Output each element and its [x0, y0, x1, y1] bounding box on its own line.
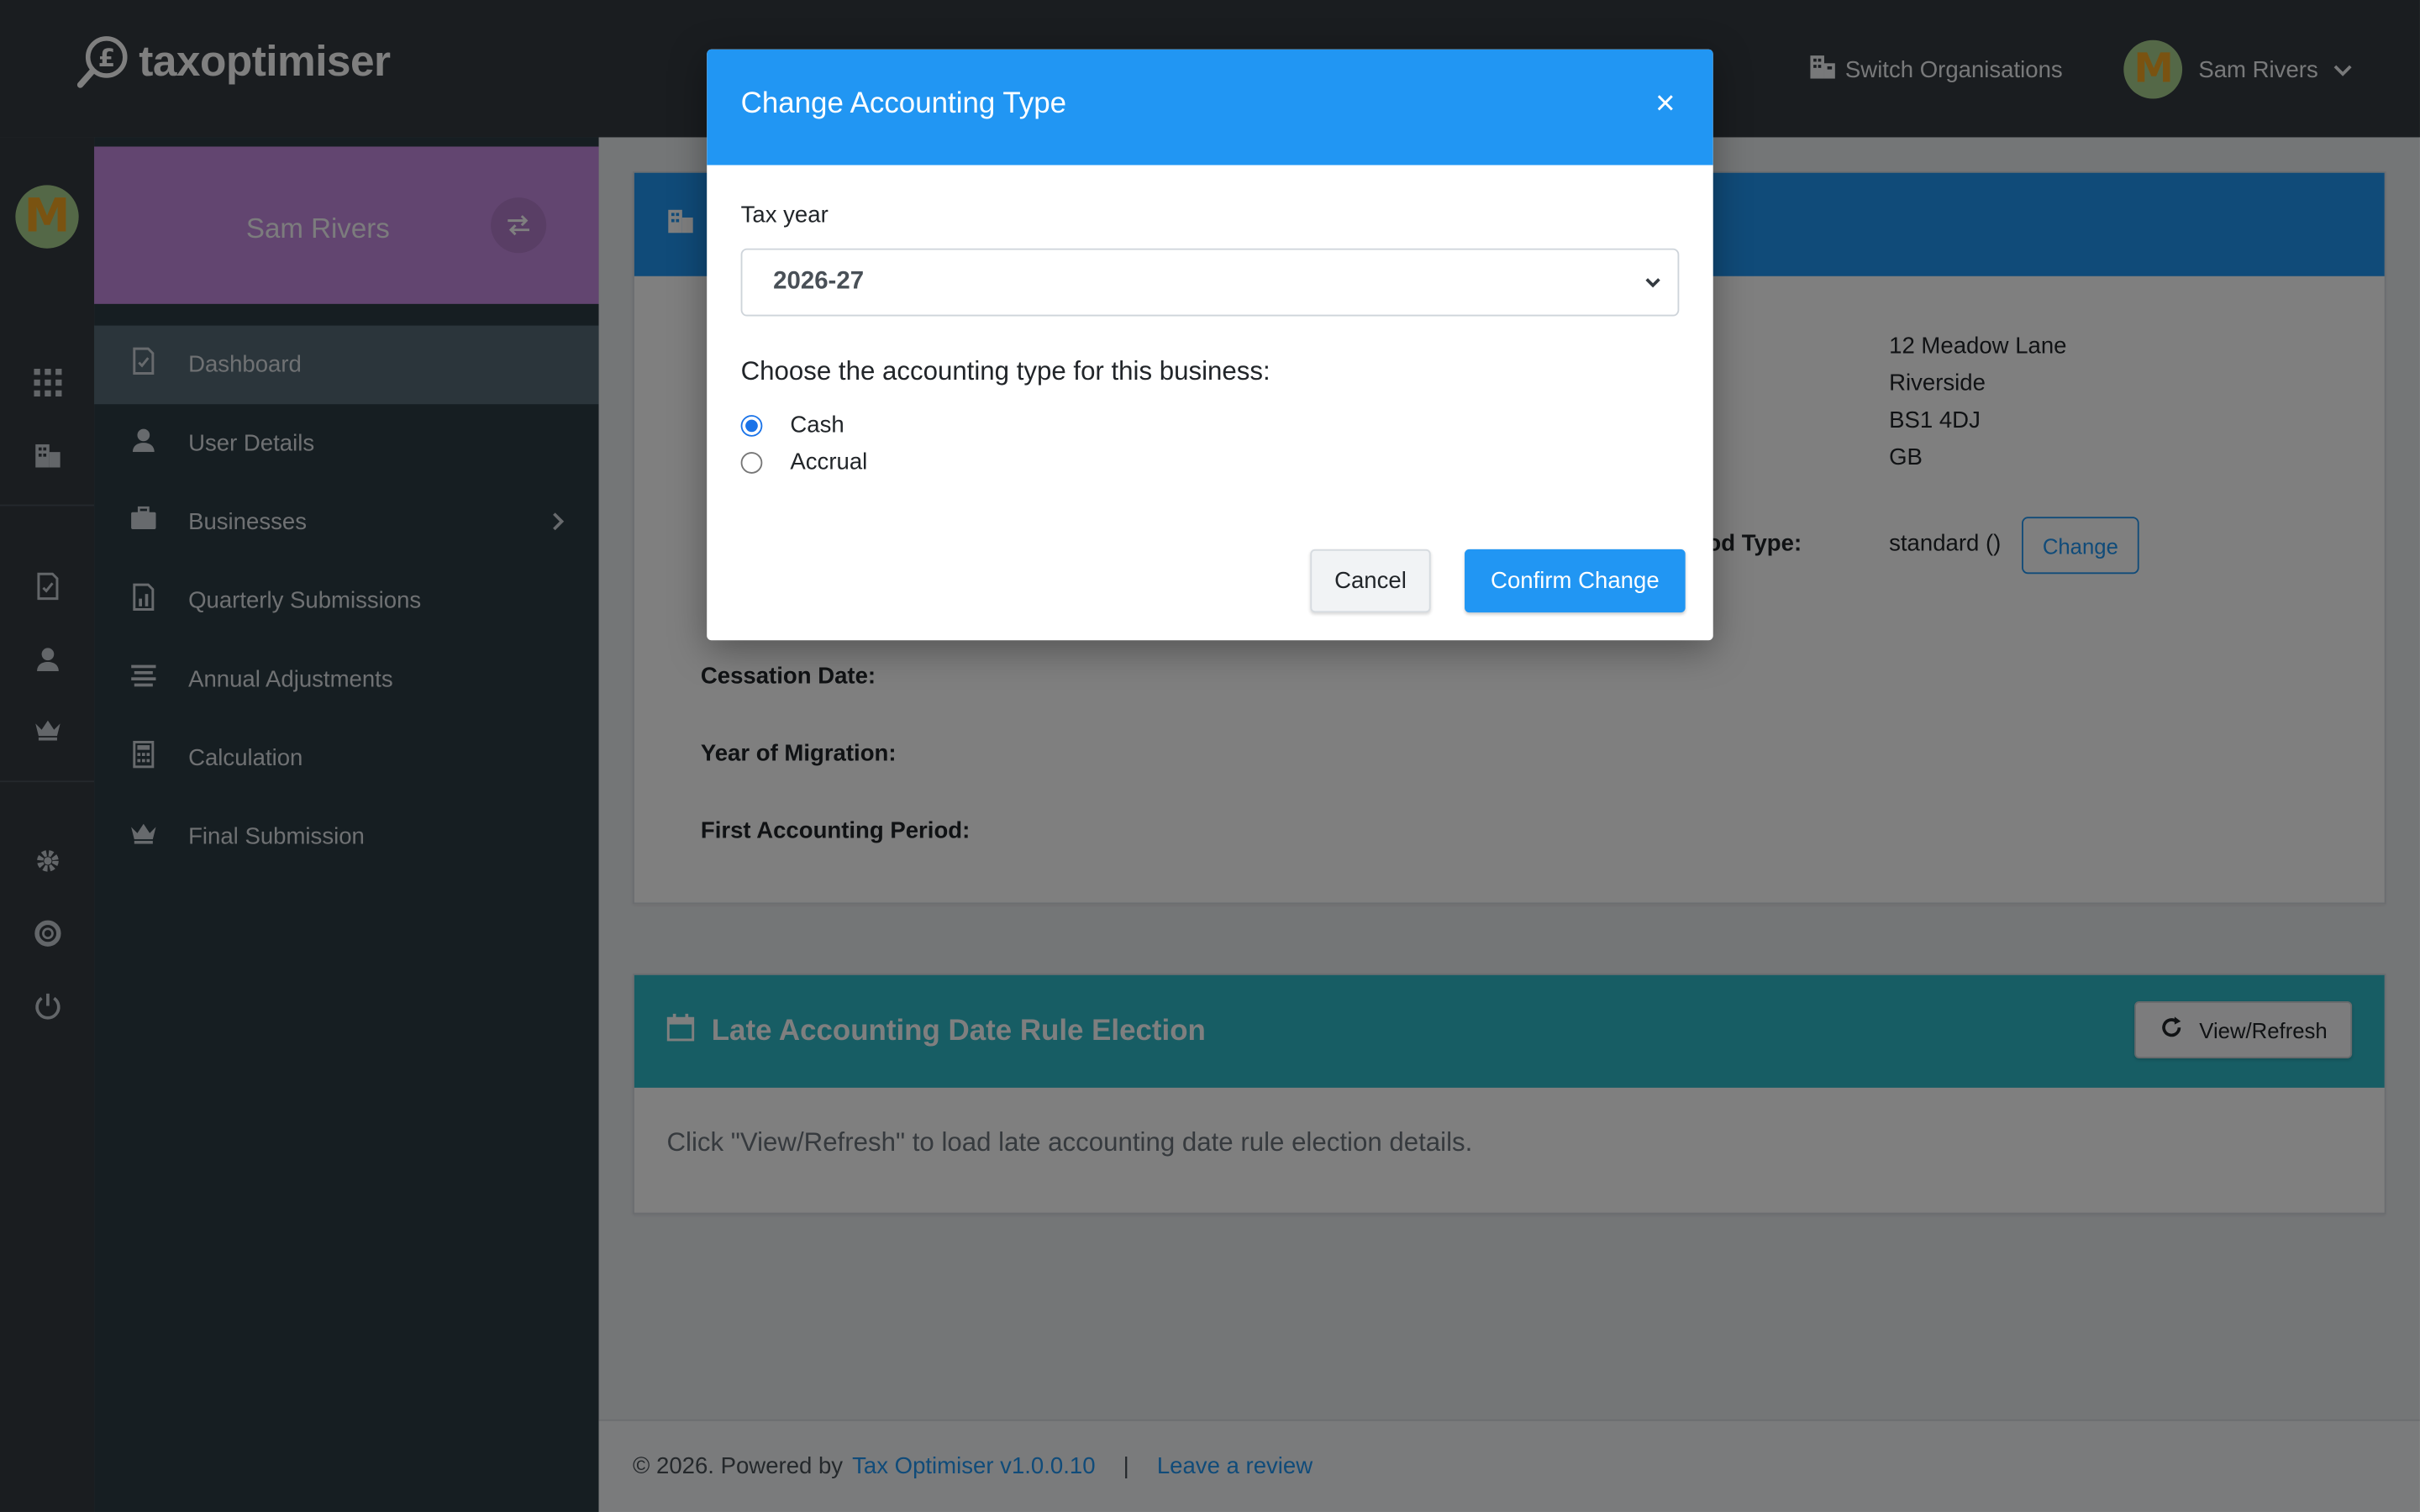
- tax-year-label: Tax year: [740, 202, 829, 228]
- tax-year-value: 2026-27: [773, 268, 865, 295]
- accounting-type-question: Choose the accounting type for this busi…: [740, 356, 1270, 386]
- app-root: £ taxoptimiser Switch Organisations M Sa…: [0, 0, 2420, 1512]
- confirm-change-button[interactable]: Confirm Change: [1465, 549, 1686, 613]
- chevron-down-icon: [1644, 271, 1662, 290]
- accrual-radio[interactable]: [740, 451, 763, 473]
- close-icon[interactable]: ×: [1649, 86, 1682, 120]
- cash-label: Cash: [790, 412, 844, 438]
- modal-header: Change Accounting Type ×: [707, 49, 1713, 165]
- modal-title: Change Accounting Type: [740, 87, 1067, 121]
- cash-option[interactable]: Cash: [740, 412, 844, 438]
- accrual-option[interactable]: Accrual: [740, 449, 868, 475]
- change-accounting-type-modal: Change Accounting Type × Tax year 2026-2…: [707, 49, 1713, 641]
- tax-year-select[interactable]: 2026-27: [740, 248, 1680, 317]
- cash-radio[interactable]: [740, 414, 763, 436]
- cancel-button[interactable]: Cancel: [1310, 549, 1431, 613]
- accrual-label: Accrual: [790, 449, 868, 475]
